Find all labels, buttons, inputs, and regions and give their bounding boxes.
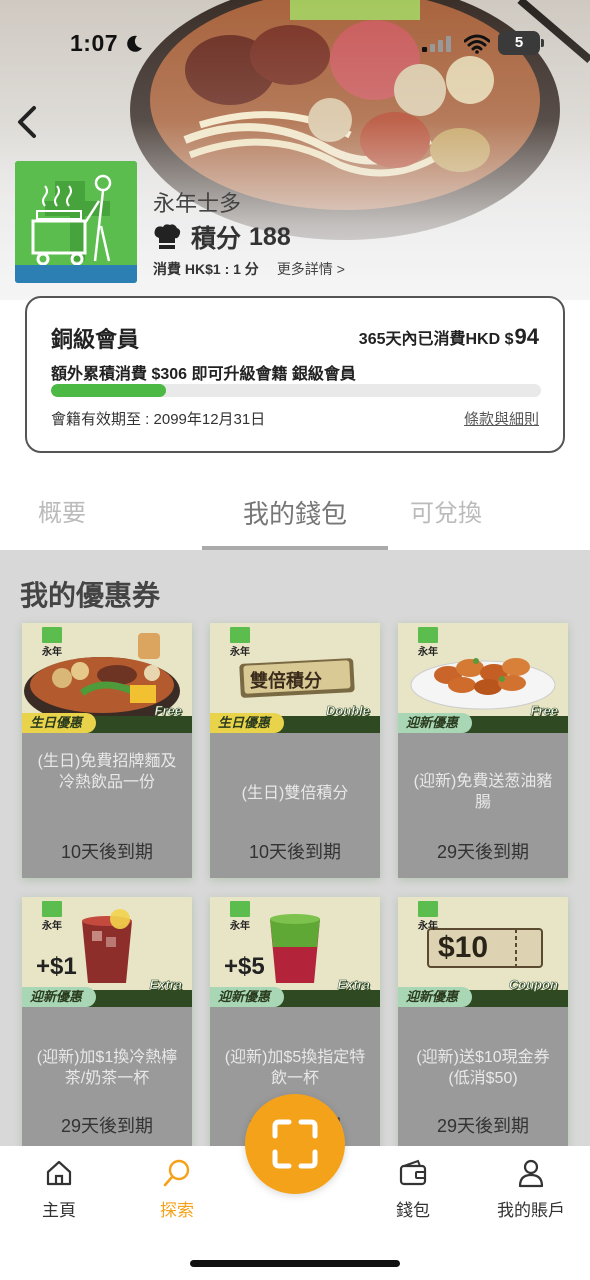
nav-explore[interactable]: 探索 — [132, 1158, 222, 1228]
coupon-title: (迎新)送$10現金券(低消$50) — [416, 1049, 550, 1087]
wifi-icon — [464, 34, 490, 54]
status-bar: 1:07 5 — [0, 0, 590, 88]
points-value: 188 — [249, 222, 291, 251]
coupon-art-text: +$1 — [36, 953, 77, 980]
coupon-tag: 迎新優惠 — [210, 987, 285, 1007]
coupon-tag: 生日優惠 — [22, 713, 97, 733]
more-details-link[interactable]: 更多詳情 > — [277, 259, 345, 279]
coupon-expiry: 29天後到期 — [436, 1116, 530, 1136]
coupon-card[interactable]: $10 永年 迎新優惠 Coupon (迎新)送$10現金券(低消$50) 29… — [398, 897, 568, 1150]
user-icon — [518, 1159, 544, 1188]
coupon-tag: 迎新優惠 — [22, 987, 97, 1007]
membership-card: 銅級會員 365天內已消費HKD $ 94 額外累積消費 $306 即可升級會籍… — [25, 296, 565, 453]
coupon-card[interactable]: 永年 生日優惠 Free (生日)免費招牌麵及冷熱飲品一份 10天後到期 — [22, 623, 192, 878]
coupon-card[interactable]: 雙倍積分 永年 生日優惠 Double (生日)雙倍積分 10天後到期 — [210, 623, 380, 878]
earn-rate-text: 消費 HK$1 : 1 分 — [153, 261, 259, 277]
active-tab-indicator — [202, 546, 388, 550]
mini-brand-logo — [230, 627, 250, 643]
mini-brand-text: 永年 — [42, 921, 62, 932]
coupon-tag: 迎新優惠 — [398, 987, 473, 1007]
coupon-artwork: 永年 迎新優惠 Free — [398, 623, 568, 733]
tab-bar: 概要 我的錢包 可兌換 — [0, 478, 590, 550]
coupon-corner-label: Free — [530, 703, 558, 719]
tab-my-wallet[interactable]: 我的錢包 — [202, 478, 388, 550]
nav-home[interactable]: 主頁 — [14, 1158, 104, 1228]
nav-account-label: 我的賬戶 — [497, 1201, 565, 1220]
mini-brand-logo — [418, 627, 438, 643]
nav-wallet-label: 錢包 — [396, 1201, 430, 1220]
points-row: 積分 188 — [153, 220, 291, 254]
annual-spend-amount: 94 — [514, 324, 539, 349]
coupon-corner-label: Extra — [149, 977, 182, 993]
coupon-artwork: 永年 生日優惠 Free — [22, 623, 192, 733]
coupon-title: (迎新)免費送葱油豬腸 — [413, 773, 553, 811]
chef-hat-icon — [154, 224, 181, 249]
membership-tier: 銅級會員 — [51, 327, 140, 352]
points-label: 積分 — [191, 225, 242, 253]
section-title: 我的優惠券 — [20, 580, 161, 611]
mini-brand-text: 永年 — [418, 647, 438, 658]
wallet-icon — [399, 1159, 427, 1186]
coupon-corner-label: Free — [154, 703, 182, 719]
mini-brand-text: 永年 — [230, 921, 250, 932]
coupon-corner-label: Coupon — [508, 977, 559, 993]
coupon-title: (生日)免費招牌麵及冷熱飲品一份 — [37, 753, 177, 791]
coupon-section: 我的優惠券 永年 生日優惠 Free (生日)免費招牌麵及冷熱飲品一份 10天後… — [0, 550, 590, 1150]
coupon-artwork: 雙倍積分 永年 生日優惠 Double — [210, 623, 380, 733]
scan-button[interactable] — [245, 1094, 345, 1194]
coupon-artwork: $10 永年 迎新優惠 Coupon — [398, 897, 568, 1007]
terms-link[interactable]: 條款與細則 — [464, 408, 539, 429]
coupon-title: (迎新)加$5換指定特飲一杯 — [224, 1049, 366, 1087]
coupon-title: (迎新)加$1換冷熱檸茶/奶茶一杯 — [36, 1049, 178, 1087]
nav-explore-label: 探索 — [160, 1201, 194, 1220]
coupon-art-text: +$5 — [224, 953, 265, 980]
earn-rate-row: 消費 HK$1 : 1 分 更多詳情 > — [153, 259, 345, 279]
coupon-corner-label: Extra — [337, 977, 370, 993]
signal-icon — [422, 36, 451, 52]
mini-brand-text: 永年 — [42, 647, 62, 658]
coupon-artwork: +$5 永年 迎新優惠 Extra — [210, 897, 380, 1007]
mini-brand-logo — [418, 901, 438, 917]
coupon-card[interactable]: +$1 永年 迎新優惠 Extra (迎新)加$1換冷熱檸茶/奶茶一杯 29天後… — [22, 897, 192, 1150]
tier-progress-bar — [51, 384, 541, 397]
tier-progress-fill — [51, 384, 167, 397]
merchant-logo — [15, 161, 137, 283]
moon-icon — [127, 35, 142, 52]
home-indicator — [190, 1260, 400, 1267]
mini-brand-logo — [42, 901, 62, 917]
mini-brand-text: 永年 — [230, 647, 250, 658]
annual-spend: 365天內已消費HKD $ 94 — [359, 324, 539, 350]
coupon-title: (生日)雙倍積分 — [241, 785, 349, 802]
home-icon — [46, 1160, 72, 1186]
nav-account[interactable]: 我的賬戶 — [486, 1158, 576, 1228]
upgrade-hint: 額外累積消費 $306 即可升級會籍 銀級會員 — [51, 366, 356, 383]
coupon-tag: 生日優惠 — [210, 713, 285, 733]
search-icon — [163, 1159, 190, 1187]
membership-expiry: 會籍有效期至 : 2099年12月31日 — [51, 411, 266, 428]
coupon-art-text: 雙倍積分 — [250, 671, 322, 691]
status-time: 1:07 — [70, 30, 119, 56]
coupon-corner-label: Double — [325, 703, 371, 719]
coupon-card[interactable]: 永年 迎新優惠 Free (迎新)免費送葱油豬腸 29天後到期 — [398, 623, 568, 878]
back-button[interactable] — [8, 100, 48, 144]
coupon-art-text: $10 — [438, 931, 489, 964]
coupon-tag: 迎新優惠 — [398, 713, 473, 733]
coupon-expiry: 29天後到期 — [60, 1116, 154, 1136]
tab-redeemable[interactable]: 可兌換 — [380, 478, 512, 550]
merchant-name: 永年士多 — [153, 191, 242, 216]
tab-overview[interactable]: 概要 — [0, 478, 124, 550]
coupon-expiry: 10天後到期 — [248, 842, 342, 862]
battery-icon: 5 — [498, 31, 544, 55]
coupon-expiry: 10天後到期 — [60, 842, 154, 862]
nav-wallet[interactable]: 錢包 — [368, 1158, 458, 1228]
annual-spend-label: 365天內已消費HKD $ — [358, 331, 514, 348]
mini-brand-text: 永年 — [418, 921, 438, 932]
mini-brand-logo — [230, 901, 250, 917]
vendor-cart-icon — [15, 161, 137, 283]
nav-home-label: 主頁 — [42, 1201, 76, 1220]
scan-icon — [272, 1119, 318, 1169]
mini-brand-logo — [42, 627, 62, 643]
coupon-artwork: +$1 永年 迎新優惠 Extra — [22, 897, 192, 1007]
coupon-expiry: 29天後到期 — [436, 842, 530, 862]
